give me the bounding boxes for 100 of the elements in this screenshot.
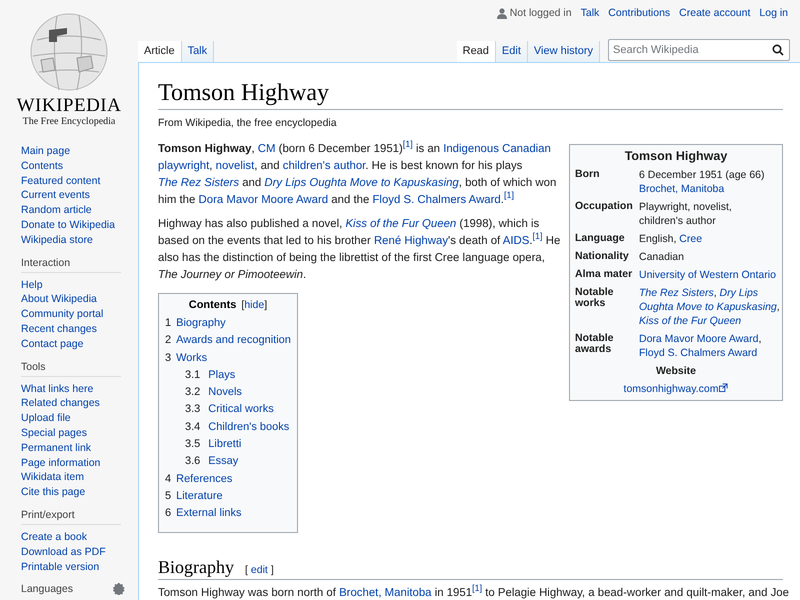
external-link-icon xyxy=(719,383,728,392)
website-link[interactable]: tomsonhighway.com xyxy=(624,383,728,395)
text-link[interactable]: Brochet, Manitoba xyxy=(639,183,724,195)
paragraph: Tomson Highway was born north of Brochet, Manitoba in 1951$^{[1]}$ to Pelagie Highway, a bead-worker and quilt-maker, and Joe xyxy=(158,584,789,600)
contents-item[interactable]: 3.1 Plays xyxy=(165,366,291,384)
infobox-label: Notable works xyxy=(575,285,615,311)
view-tab[interactable]: Edit xyxy=(496,41,528,63)
bracket: [ xyxy=(245,564,248,576)
contents-item[interactable]: 3 Works xyxy=(165,350,291,367)
contents-item[interactable]: 3.2 Novels xyxy=(165,384,291,402)
sidebar-link[interactable]: Main page xyxy=(21,144,70,159)
sidebar-link[interactable]: Featured content xyxy=(21,174,100,188)
view-tab[interactable]: View history xyxy=(528,41,600,63)
infobox-text: , xyxy=(758,333,762,345)
text-link[interactable]: Floyd S. Chalmers Award xyxy=(639,347,758,359)
search-field[interactable]: Search Wikipedia xyxy=(608,39,790,61)
text-link[interactable]: Dora Mavor Moore Award xyxy=(198,194,328,206)
sidebar-link[interactable]: Permanent link xyxy=(21,440,92,456)
contents-item[interactable]: 2 Awards and recognition xyxy=(165,332,291,350)
namespace-tab[interactable]: Article xyxy=(138,41,182,63)
text-link[interactable]: CM xyxy=(258,143,276,155)
sidebar-link[interactable]: Page information xyxy=(21,456,100,470)
infobox-label: Nationality xyxy=(575,249,630,264)
reference-link[interactable]: [1] xyxy=(532,231,543,242)
sidebar-link[interactable]: Recent changes xyxy=(21,322,97,337)
logo-wordmark: WIKIPEDIA xyxy=(16,96,122,116)
text-link[interactable]: Indigenous Canadian xyxy=(443,143,551,155)
contents-item[interactable]: 3.4 Children's books xyxy=(165,418,291,436)
text-link[interactable]: Floyd S. Chalmers Award xyxy=(372,194,501,206)
text-link[interactable]: Cree xyxy=(679,233,702,245)
sidebar-heading: Interaction xyxy=(21,256,121,273)
text-link[interactable]: playwright xyxy=(158,160,210,172)
contents-item[interactable]: 3.5 Libretti xyxy=(165,436,291,454)
sidebar-link[interactable]: Wikidata item xyxy=(21,470,84,486)
contents-item[interactable]: 6 External links xyxy=(165,505,291,523)
sidebar-link[interactable]: About Wikipedia xyxy=(21,292,97,308)
sidebar-heading: Languages xyxy=(21,583,73,596)
sidebar-link[interactable]: Current events xyxy=(21,188,90,204)
account-link[interactable]: Log in xyxy=(759,7,788,19)
account-link[interactable]: Talk xyxy=(580,7,600,19)
text-link[interactable]: Dry Lips Oughta Move to Kapuskasing xyxy=(264,177,459,189)
sidebar-link[interactable]: Cite this page xyxy=(21,485,86,500)
page-title: Tomson Highway xyxy=(158,79,783,110)
account-link[interactable]: Create account xyxy=(679,7,750,19)
text-link[interactable]: AIDS xyxy=(502,235,530,247)
paragraph: Tomson Highway, CM (born 6 December 1951)$^{[1]}$ is an Indigenous Canadian playwright, novelist, and children's author. He is best known for his plays The Rez Sisters and Dry Lips Oughta Move to Kapuskasing, both of which won him the Dora Mavor Moore Award and the Floyd S. Chalmers Award.$^{[1]}$ xyxy=(158,141,558,208)
edit-link[interactable]: edit xyxy=(250,564,268,576)
sidebar-link[interactable]: Donate to Wikipedia xyxy=(21,218,115,233)
paragraph: Highway has also published a novel, Kiss of the Fur Queen (1998), which is based on the events that led to his brother René Highway's death of AIDS.$^{[1]}$ He also has the distinction of being the librettist of the first Cree language opera, The Journey or Pimooteewin. xyxy=(158,217,562,283)
text-link[interactable]: Kiss of the Fur Queen xyxy=(639,315,742,327)
site-subtitle: From Wikipedia, the free encyclopedia xyxy=(158,117,338,129)
infobox-text: , xyxy=(714,287,717,299)
infobox-title: Tomson Highway xyxy=(624,148,728,165)
sidebar-link[interactable]: Wikipedia store xyxy=(21,232,93,248)
contents-item[interactable]: 4 References xyxy=(165,470,291,488)
reference-link[interactable]: [1] xyxy=(504,190,514,200)
sidebar-link[interactable]: Download as PDF xyxy=(21,544,106,560)
sidebar-link[interactable]: Contents xyxy=(21,158,64,174)
search-icon[interactable] xyxy=(772,44,784,56)
text-link[interactable]: The Rez xyxy=(158,177,202,189)
settings-icon[interactable] xyxy=(113,583,125,596)
sidebar-link[interactable]: Related changes xyxy=(21,396,100,412)
sidebar-link[interactable]: Printable version xyxy=(21,560,100,574)
bracket: ] xyxy=(270,564,274,576)
infobox-text: Playwright, novelist, children's author xyxy=(639,201,732,227)
contents-title: Contents xyxy=(188,299,236,311)
sidebar-link[interactable]: Community portal xyxy=(21,307,104,322)
namespace-tab[interactable]: Talk xyxy=(182,41,214,63)
contents-item[interactable]: 3.3 Critical works xyxy=(165,401,291,419)
text-link[interactable]: Kiss of the Fur Queen xyxy=(345,218,456,230)
contents-item[interactable]: 1 Biography xyxy=(165,315,291,332)
text-link[interactable]: children's author xyxy=(282,160,366,172)
infobox-text: 6 December 1951 (age 66) xyxy=(639,169,764,181)
contents-item[interactable]: 5 Literature xyxy=(165,488,291,506)
sidebar-link[interactable]: What links here xyxy=(21,382,94,396)
text-link[interactable]: René Highway xyxy=(374,235,448,247)
text-link[interactable]: The Rez Sisters xyxy=(639,287,714,299)
account-link[interactable]: Contributions xyxy=(608,7,670,19)
reference-link[interactable]: [1] xyxy=(472,582,482,593)
text-link[interactable]: Oughta Move to Kapuskasing xyxy=(639,301,777,313)
text-link[interactable]: Dry Lips xyxy=(720,287,758,299)
reference-link[interactable]: [1] xyxy=(402,139,413,150)
sidebar-link[interactable]: Special pages xyxy=(21,426,87,441)
sidebar-link[interactable]: Random article xyxy=(21,203,92,218)
infobox-label: Occupation xyxy=(575,199,634,214)
infobox-text: Canadian xyxy=(639,251,684,263)
contents-item[interactable]: 3.6 Essay xyxy=(165,453,291,471)
sidebar-link[interactable]: Upload file xyxy=(21,411,71,426)
view-tab[interactable]: Read xyxy=(456,41,496,63)
sidebar-link[interactable]: Create a book xyxy=(21,530,87,545)
user-icon xyxy=(496,8,507,18)
sidebar-link[interactable]: Contact page xyxy=(21,336,84,352)
text-link[interactable]: novelist xyxy=(216,160,254,172)
sidebar-link[interactable]: Help xyxy=(21,278,43,292)
text-link[interactable]: Brochet, Manitoba xyxy=(339,586,432,599)
text-link[interactable]: Sisters xyxy=(204,177,240,189)
text-link[interactable]: Dora Mavor Moore Award xyxy=(639,333,758,345)
infobox-heading: Website xyxy=(654,364,698,379)
hide-link[interactable]: hide xyxy=(244,299,264,311)
text-link[interactable]: University of Western Ontario xyxy=(639,269,776,281)
